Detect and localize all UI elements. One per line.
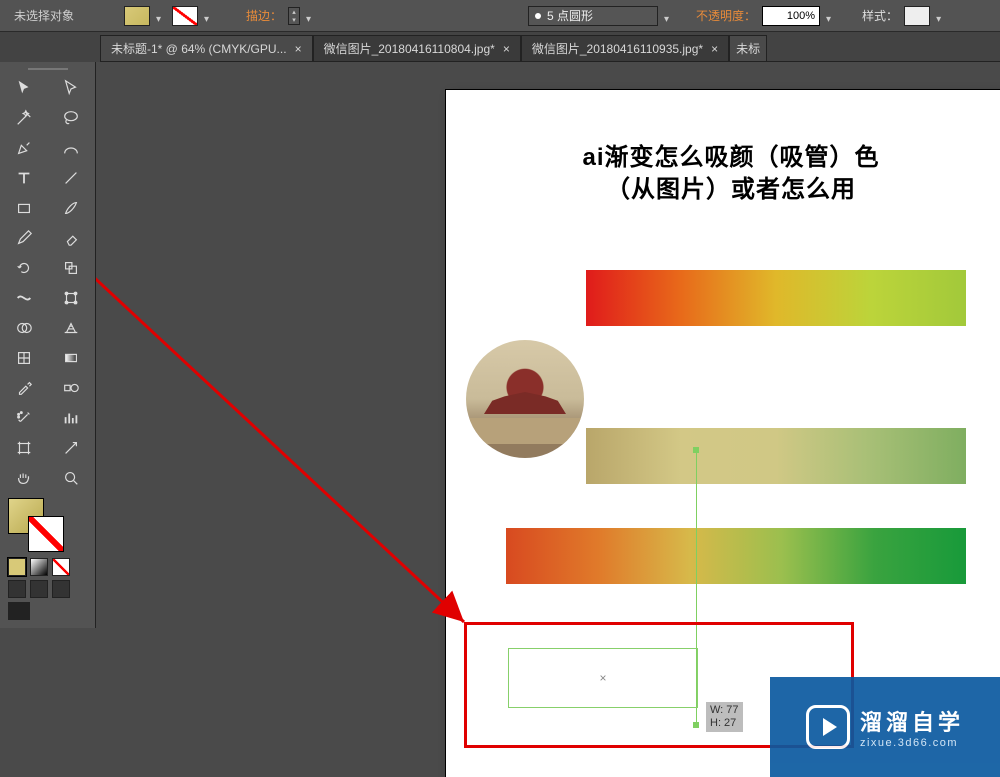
gradient-tool[interactable] [49,344,94,372]
close-icon[interactable]: × [503,42,510,56]
stroke-dropdown-icon[interactable] [204,11,214,21]
stroke-profile-dropdown-icon[interactable] [664,11,674,21]
draw-mode-inside[interactable] [52,580,70,598]
canvas[interactable]: ai渐变怎么吸颜（吸管）色 （从图片）或者怎么用 × W: 77 H: 27 [96,62,1000,777]
opacity-label: 不透明度： [696,7,756,24]
dot-icon [535,13,541,19]
draw-mode-behind[interactable] [30,580,48,598]
tab-document-1[interactable]: 未标题-1* @ 64% (CMYK/GPU... × [100,35,313,61]
tab-overflow[interactable]: 未标 [729,35,767,61]
scale-tool[interactable] [49,254,94,282]
fill-swatch[interactable] [124,6,150,26]
fill-stroke-proxy[interactable] [8,498,93,552]
fill-dropdown-icon[interactable] [156,11,166,21]
hand-tool[interactable] [2,464,47,492]
document-tab-bar: 未标题-1* @ 64% (CMYK/GPU... × 微信图片_2018041… [0,32,1000,62]
zoom-tool[interactable] [49,464,94,492]
paintbrush-tool[interactable] [49,194,94,222]
watermark: 溜溜自学 zixue.3d66.com [770,677,1000,777]
pencil-tool[interactable] [2,224,47,252]
panel-grip-icon[interactable] [2,66,93,72]
toolbox [0,62,96,628]
line-segment-tool[interactable] [49,164,94,192]
tab-document-3[interactable]: 微信图片_20180416110935.jpg* × [521,35,729,61]
stroke-swatch[interactable] [172,6,198,26]
screen-mode-button[interactable] [8,602,30,620]
selection-tool[interactable] [2,74,47,102]
artwork-title: ai渐变怎么吸颜（吸管）色 （从图片）或者怎么用 [446,90,1000,207]
slice-tool[interactable] [49,434,94,462]
opacity-input[interactable]: 100% [762,6,820,26]
screen-mode-row [2,578,93,600]
color-mode-solid[interactable] [8,558,26,576]
direct-selection-tool[interactable] [49,74,94,102]
shape-builder-tool[interactable] [2,314,47,342]
stroke-profile-label: 5 点圆形 [547,7,593,24]
symbol-sprayer-tool[interactable] [2,404,47,432]
drawing-rectangle[interactable]: × [508,648,698,708]
style-dropdown-icon[interactable] [936,11,946,21]
stroke-proxy[interactable] [28,516,64,552]
play-icon [806,705,850,749]
color-mode-gradient[interactable] [30,558,48,576]
watermark-title: 溜溜自学 [860,705,964,737]
type-tool[interactable] [2,164,47,192]
stroke-profile[interactable]: 5 点圆形 [528,6,658,26]
column-graph-tool[interactable] [49,404,94,432]
dimension-tooltip: W: 77 H: 27 [706,702,743,732]
rotate-tool[interactable] [2,254,47,282]
mesh-tool[interactable] [2,344,47,372]
close-icon[interactable]: × [711,42,718,56]
blend-tool[interactable] [49,374,94,402]
tab-label: 微信图片_20180416110804.jpg* [324,40,495,57]
style-swatch[interactable] [904,6,930,26]
tab-document-2[interactable]: 微信图片_20180416110804.jpg* × [313,35,521,61]
center-mark-icon: × [599,671,606,685]
free-transform-tool[interactable] [49,284,94,312]
tab-label: 未标题-1* @ 64% (CMYK/GPU... [111,40,287,57]
gradient-bar-2[interactable] [586,428,966,484]
stroke-label: 描边： [246,7,282,24]
opacity-dropdown-icon[interactable] [826,11,836,21]
color-mode-row [2,556,93,578]
artboard[interactable]: ai渐变怎么吸颜（吸管）色 （从图片）或者怎么用 × W: 77 H: 27 [446,90,1000,777]
gradient-bar-3[interactable] [506,528,966,584]
eyedropper-tool[interactable] [2,374,47,402]
magic-wand-tool[interactable] [2,104,47,132]
screen-mode-button-row [2,600,93,622]
no-selection-label: 未选择对象 [6,7,82,24]
artboard-tool[interactable] [2,434,47,462]
color-mode-none[interactable] [52,558,70,576]
lasso-tool[interactable] [49,104,94,132]
control-bar: 未选择对象 描边： ▴ ▾ 5 点圆形 不透明度： 100% 样式： [0,0,1000,32]
stroke-weight-dropdown-icon[interactable] [306,11,316,21]
rectangle-tool[interactable] [2,194,47,222]
watermark-url: zixue.3d66.com [860,737,958,749]
pen-tool[interactable] [2,134,47,162]
gradient-bar-1[interactable] [586,270,966,326]
tab-label: 微信图片_20180416110935.jpg* [532,40,703,57]
width-tool[interactable] [2,284,47,312]
eraser-tool[interactable] [49,224,94,252]
perspective-grid-tool[interactable] [49,314,94,342]
style-label: 样式： [862,7,898,24]
close-icon[interactable]: × [295,42,302,56]
sample-image-circle[interactable] [466,340,584,458]
curvature-tool[interactable] [49,134,94,162]
draw-mode-normal[interactable] [8,580,26,598]
